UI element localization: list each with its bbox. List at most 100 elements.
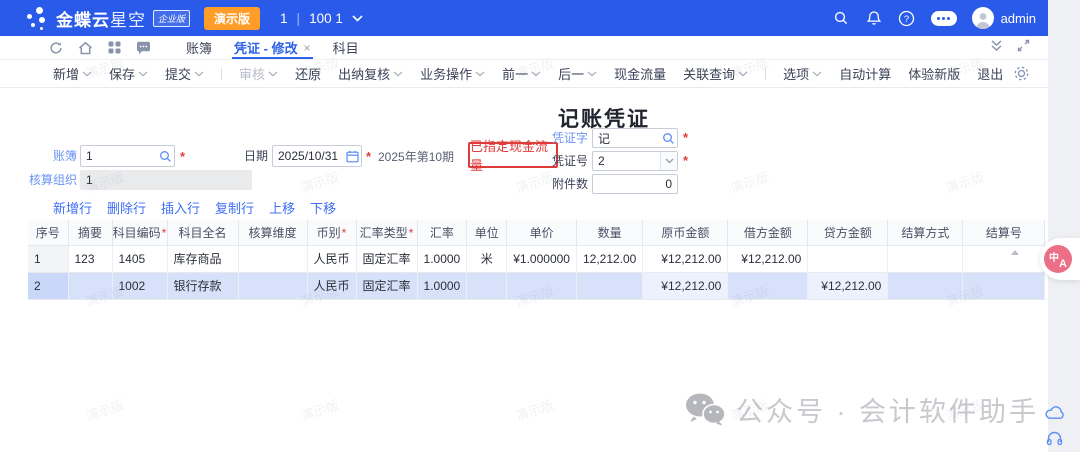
more-pill-icon[interactable] <box>931 11 957 26</box>
table-cell[interactable]: ¥12,212.00 <box>643 245 728 272</box>
table-cell[interactable] <box>728 272 808 299</box>
collapse-icon[interactable] <box>990 39 1003 57</box>
table-cell[interactable]: 2 <box>28 272 68 299</box>
row-action-link[interactable]: 复制行 <box>215 198 254 217</box>
table-cell[interactable] <box>808 245 888 272</box>
tab[interactable]: 账簿 <box>175 36 223 59</box>
toolbar-button[interactable]: 前一 <box>502 64 541 83</box>
table-column-header[interactable]: 科目编码* <box>112 220 167 245</box>
toolbar-button[interactable]: 自动计算 <box>839 64 891 83</box>
refresh-icon[interactable] <box>48 40 64 56</box>
table-column-header[interactable]: 摘要 <box>68 220 112 245</box>
voucher-word-input[interactable] <box>593 129 659 147</box>
gear-icon[interactable] <box>1013 65 1030 87</box>
table-cell[interactable]: 人民币 <box>307 272 356 299</box>
toolbar-button[interactable]: 审核 <box>239 64 278 83</box>
table-cell[interactable] <box>888 245 963 272</box>
table-cell[interactable] <box>963 272 1045 299</box>
table-cell[interactable]: ¥1.000000 <box>507 245 577 272</box>
attachments-field[interactable] <box>592 174 678 194</box>
table-cell[interactable] <box>576 272 642 299</box>
table-cell[interactable] <box>68 272 112 299</box>
book-field[interactable] <box>80 145 175 167</box>
toolbar-button[interactable]: 退出 <box>977 64 1003 83</box>
table-column-header[interactable]: 借方金额 <box>728 220 808 245</box>
table-cell[interactable]: 1405 <box>112 245 167 272</box>
fullscreen-icon[interactable] <box>1017 39 1030 57</box>
close-icon[interactable]: × <box>304 41 311 55</box>
chevron-down-icon[interactable] <box>660 152 677 170</box>
table-row[interactable]: 11231405库存商品人民币固定汇率1.0000米¥1.00000012,21… <box>28 245 1045 272</box>
table-cell[interactable] <box>238 272 307 299</box>
table-cell[interactable]: 人民币 <box>307 245 356 272</box>
toolbar-button[interactable]: 业务操作 <box>420 64 485 83</box>
headset-icon[interactable] <box>1046 430 1063 452</box>
table-cell[interactable]: 固定汇率 <box>356 272 417 299</box>
row-action-link[interactable]: 上移 <box>269 198 295 217</box>
home-icon[interactable] <box>77 40 93 56</box>
toolbar-button[interactable]: 提交 <box>165 64 204 83</box>
voucher-word-field[interactable] <box>592 128 678 148</box>
table-cell[interactable] <box>888 272 963 299</box>
table-column-header[interactable]: 汇率类型* <box>356 220 417 245</box>
tab[interactable]: 科目 <box>322 36 370 59</box>
tab[interactable]: 凭证 - 修改× <box>223 36 322 59</box>
table-cell[interactable]: ¥12,212.00 <box>808 272 888 299</box>
table-column-header[interactable]: 汇率 <box>417 220 467 245</box>
scroll-up-arrow[interactable] <box>1011 250 1019 255</box>
table-column-header[interactable]: 结算方式 <box>888 220 963 245</box>
help-icon[interactable]: ? <box>898 9 916 27</box>
table-cell[interactable]: 123 <box>68 245 112 272</box>
voucher-no-field[interactable] <box>592 151 678 171</box>
table-cell[interactable] <box>963 245 1045 272</box>
lookup-icon[interactable] <box>156 150 174 163</box>
toolbar-button[interactable]: 新增 <box>53 64 92 83</box>
table-column-header[interactable]: 币别* <box>307 220 356 245</box>
toolbar-button[interactable]: 出纳复核 <box>338 64 403 83</box>
table-cell[interactable] <box>507 272 577 299</box>
table-cell[interactable]: 固定汇率 <box>356 245 417 272</box>
row-action-link[interactable]: 下移 <box>310 198 336 217</box>
row-action-link[interactable]: 插入行 <box>161 198 200 217</box>
attachments-input[interactable] <box>593 175 677 193</box>
toolbar-button[interactable]: 后一 <box>558 64 597 83</box>
workspace-switcher[interactable]: 1 | 100 1 <box>280 11 363 26</box>
table-cell[interactable]: ¥12,212.00 <box>728 245 808 272</box>
book-input[interactable] <box>81 146 156 166</box>
table-cell[interactable] <box>467 272 507 299</box>
toolbar-button[interactable]: 保存 <box>109 64 148 83</box>
voucher-no-input[interactable] <box>593 152 660 170</box>
toolbar-button[interactable]: 选项 <box>783 64 822 83</box>
table-cell[interactable]: 银行存款 <box>167 272 238 299</box>
table-cell[interactable] <box>238 245 307 272</box>
date-field[interactable] <box>272 145 362 167</box>
translate-fab[interactable]: 中 A <box>1040 238 1080 280</box>
table-cell[interactable]: 1002 <box>112 272 167 299</box>
table-cell[interactable]: 1.0000 <box>417 272 467 299</box>
table-row[interactable]: 2 1002银行存款 人民币固定汇率1.0000 ¥12,212.00 ¥12,212.… <box>28 272 1045 299</box>
table-cell[interactable]: 1.0000 <box>417 245 467 272</box>
toolbar-button[interactable]: 体验新版 <box>908 64 960 83</box>
table-column-header[interactable]: 核算维度 <box>238 220 307 245</box>
message-icon[interactable] <box>135 40 151 56</box>
apps-icon[interactable] <box>106 40 122 56</box>
table-column-header[interactable]: 序号 <box>28 220 68 245</box>
table-column-header[interactable]: 科目全名 <box>167 220 238 245</box>
table-column-header[interactable]: 原币金额 <box>643 220 728 245</box>
date-input[interactable] <box>273 146 343 166</box>
search-icon[interactable] <box>832 9 850 27</box>
toolbar-button[interactable]: 现金流量 <box>614 64 666 83</box>
table-column-header[interactable]: 单位 <box>467 220 507 245</box>
toolbar-button[interactable]: 关联查询 <box>683 64 748 83</box>
row-action-link[interactable]: 新增行 <box>53 198 92 217</box>
avatar[interactable] <box>972 7 994 29</box>
table-column-header[interactable]: 结算号 <box>963 220 1045 245</box>
table-cell[interactable]: 1 <box>28 245 68 272</box>
lookup-icon[interactable] <box>659 132 677 145</box>
toolbar-button[interactable]: 还原 <box>295 64 321 83</box>
table-cell[interactable]: ¥12,212.00 <box>643 272 728 299</box>
bell-icon[interactable] <box>865 9 883 27</box>
row-action-link[interactable]: 删除行 <box>107 198 146 217</box>
table-column-header[interactable]: 单价 <box>507 220 577 245</box>
table-column-header[interactable]: 贷方金额 <box>808 220 888 245</box>
